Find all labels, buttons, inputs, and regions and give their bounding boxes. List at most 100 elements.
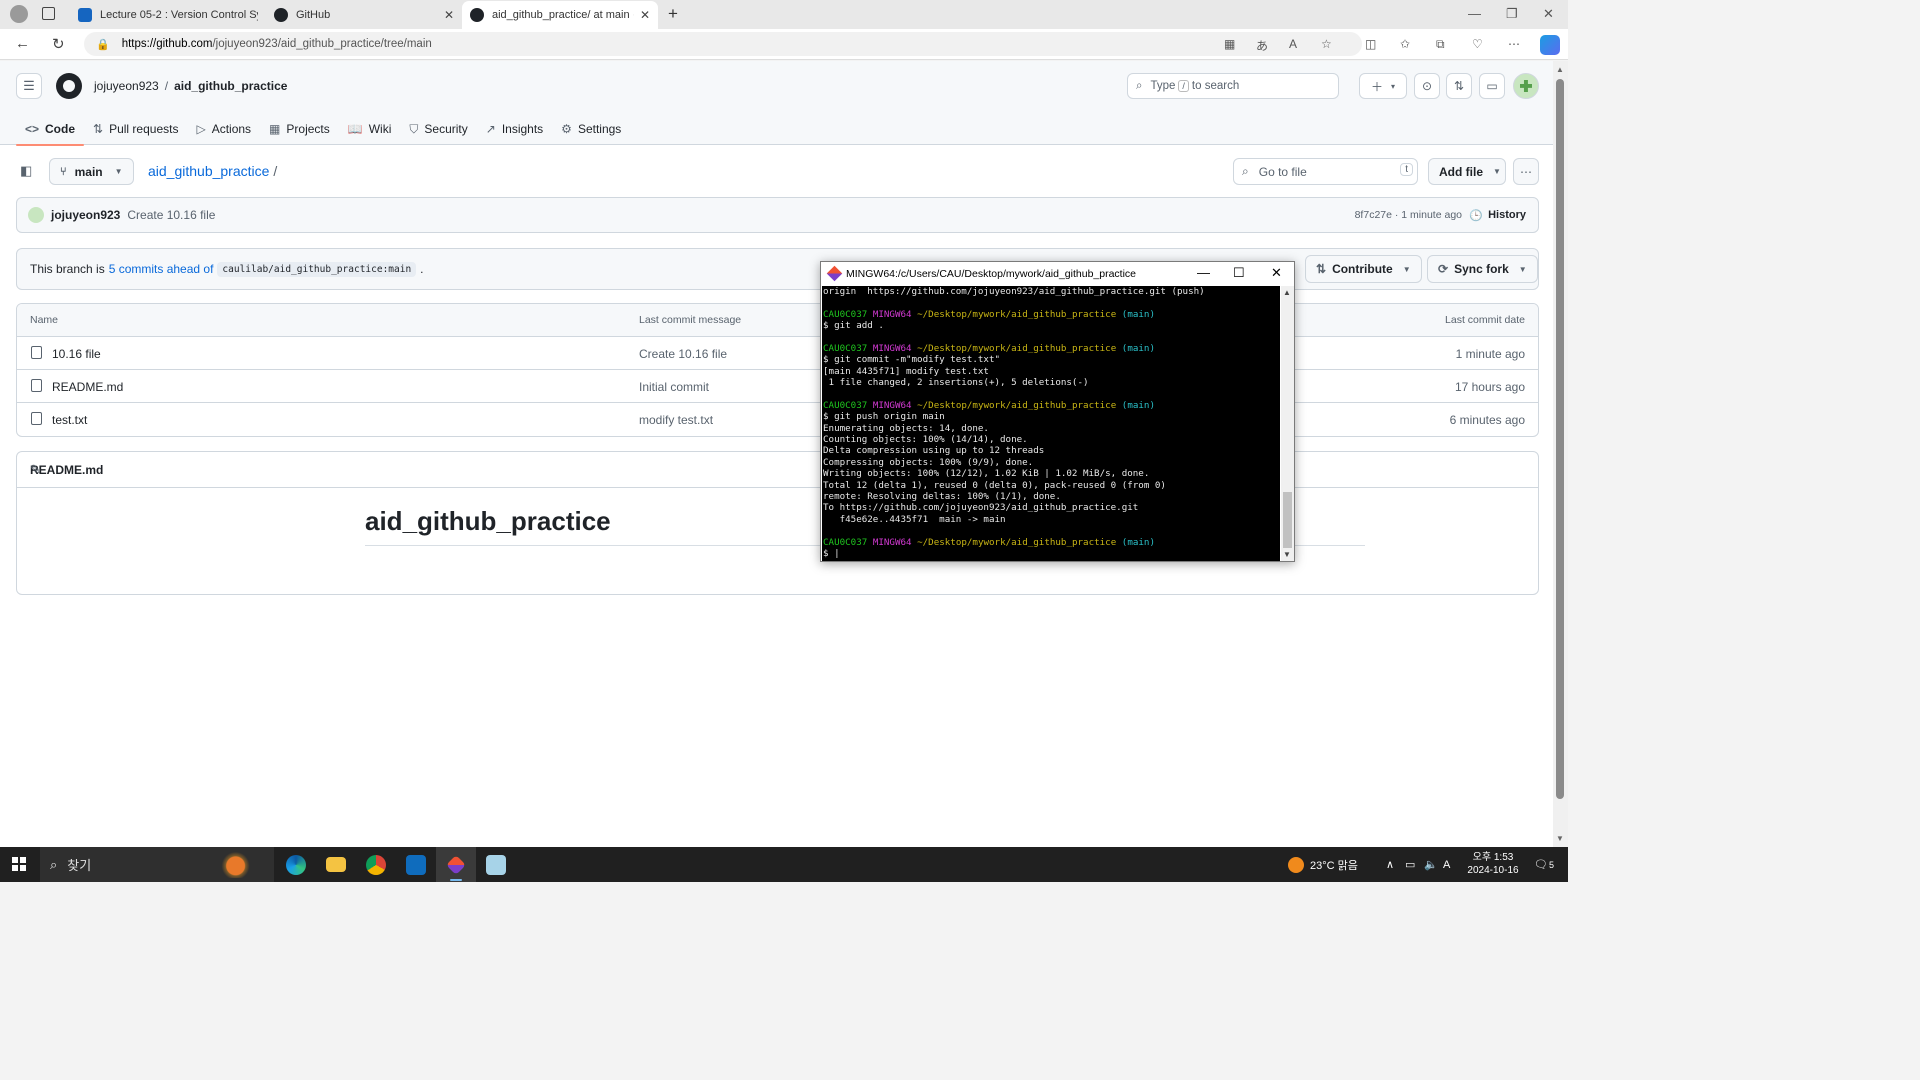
- inbox-icon[interactable]: ▭: [1479, 73, 1505, 99]
- scroll-down-icon[interactable]: ▼: [1283, 550, 1291, 559]
- table-row[interactable]: 10.16 file Create 10.16 file 1 minute ag…: [17, 337, 1538, 370]
- owner-link[interactable]: jojuyeon923: [94, 79, 159, 93]
- scroll-up-icon[interactable]: ▲: [1556, 65, 1564, 74]
- history-button[interactable]: 🕒 History: [1469, 209, 1526, 222]
- table-row[interactable]: test.txt modify test.txt 6 minutes ago: [17, 403, 1538, 436]
- copilot-icon[interactable]: [1540, 35, 1560, 55]
- close-icon[interactable]: ✕: [444, 8, 454, 22]
- favorites-icon[interactable]: ✩: [1400, 37, 1410, 51]
- chrome-app-icon[interactable]: [356, 847, 396, 882]
- sidebar-toggle-icon[interactable]: ◧: [20, 163, 32, 179]
- file-explorer-app-icon[interactable]: [316, 847, 356, 882]
- tab-wiki[interactable]: 📖 Wiki: [339, 113, 401, 145]
- volume-icon[interactable]: 🔈: [1424, 847, 1438, 882]
- scrollbar-thumb[interactable]: [1556, 79, 1564, 799]
- file-name[interactable]: README.md: [52, 380, 123, 394]
- translate-icon[interactable]: あ: [1256, 37, 1268, 54]
- maximize-icon[interactable]: ☐: [1233, 265, 1245, 281]
- repo-nav: <> Code ⇅ Pull requests ▷ Actions ▦ Projects…: [16, 113, 630, 146]
- ime-indicator[interactable]: A: [1443, 847, 1450, 882]
- outlook-app-icon[interactable]: [396, 847, 436, 882]
- browser-tab-lecture[interactable]: Lecture 05-2 : Version Control Sys: [70, 3, 266, 27]
- weather-widget[interactable]: 23°C 맑음: [1288, 847, 1358, 882]
- minimize-icon[interactable]: —: [1468, 6, 1481, 21]
- ahead-link[interactable]: 5 commits ahead of: [109, 262, 214, 276]
- notepad-app-icon[interactable]: [476, 847, 516, 882]
- app-available-icon[interactable]: ▦: [1224, 37, 1235, 51]
- more-options-button[interactable]: ⋯: [1513, 158, 1539, 185]
- contribute-button[interactable]: ⇅ Contribute ▼: [1305, 255, 1422, 283]
- scroll-up-icon[interactable]: ▲: [1283, 288, 1291, 297]
- create-new-button[interactable]: ＋ ▾: [1359, 73, 1407, 99]
- tab-code[interactable]: <> Code: [16, 113, 85, 146]
- restore-icon[interactable]: ❐: [1506, 6, 1518, 22]
- close-window-icon[interactable]: ✕: [1543, 6, 1554, 22]
- tab-pull-requests[interactable]: ⇅ Pull requests: [84, 113, 187, 145]
- taskbar-search[interactable]: ⌕ 찾기: [40, 847, 274, 882]
- file-commit-message[interactable]: Initial commit: [639, 380, 709, 394]
- sync-fork-button[interactable]: ⟳ Sync fork ▼: [1427, 255, 1538, 283]
- search-input[interactable]: ⌕ Type / to search: [1127, 73, 1339, 99]
- tab-settings[interactable]: ⚙ Settings: [552, 113, 630, 145]
- browser-tab-repo[interactable]: aid_github_practice/ at main · joju ✕: [462, 1, 658, 29]
- close-icon[interactable]: ✕: [1271, 265, 1282, 281]
- site-info-icon[interactable]: 🔒: [96, 38, 110, 51]
- outlook-icon: [406, 854, 426, 875]
- issues-icon[interactable]: ⊙: [1414, 73, 1440, 99]
- file-commit-message[interactable]: Create 10.16 file: [639, 347, 727, 361]
- network-icon[interactable]: ▭: [1405, 847, 1415, 882]
- terminal-title-bar[interactable]: MINGW64:/c/Users/CAU/Desktop/mywork/aid_…: [821, 262, 1294, 285]
- show-hidden-icons[interactable]: ∧: [1386, 847, 1394, 882]
- minimize-icon[interactable]: —: [1197, 265, 1210, 280]
- table-row[interactable]: README.md Initial commit 17 hours ago: [17, 370, 1538, 403]
- tab-projects[interactable]: ▦ Projects: [260, 113, 339, 145]
- menu-icon[interactable]: ☰: [16, 73, 42, 99]
- favorite-star-icon[interactable]: ☆: [1321, 37, 1332, 51]
- tab-actions-icon[interactable]: [42, 7, 55, 20]
- profile-icon[interactable]: [10, 5, 28, 23]
- commit-meta[interactable]: 8f7c27e · 1 minute ago: [1355, 209, 1462, 221]
- commit-message[interactable]: Create 10.16 file: [127, 208, 215, 222]
- collections-icon[interactable]: ⧉: [1436, 37, 1445, 52]
- git-bash-window[interactable]: MINGW64:/c/Users/CAU/Desktop/mywork/aid_…: [820, 261, 1295, 562]
- terminal-scrollbar[interactable]: ▲ ▼: [1281, 286, 1294, 561]
- tab-actions[interactable]: ▷ Actions: [187, 113, 260, 145]
- browser-essentials-icon[interactable]: ♡: [1472, 37, 1483, 51]
- pull-requests-icon[interactable]: ⇅: [1446, 73, 1472, 99]
- read-aloud-icon[interactable]: A: [1289, 37, 1297, 51]
- edge-app-icon[interactable]: [276, 847, 316, 882]
- close-icon[interactable]: ✕: [640, 8, 650, 22]
- avatar[interactable]: [1513, 73, 1539, 99]
- sync-icon: ⟳: [1438, 262, 1449, 276]
- branch-select-button[interactable]: ⑂ main ▼: [49, 158, 134, 185]
- commit-author[interactable]: jojuyeon923: [51, 208, 120, 222]
- settings-more-icon[interactable]: ⋯: [1508, 37, 1520, 51]
- git-bash-app-icon[interactable]: [436, 847, 476, 882]
- path-repo-link[interactable]: aid_github_practice: [148, 163, 269, 179]
- new-tab-button[interactable]: +: [668, 4, 678, 24]
- notification-button[interactable]: 🗨 5: [1534, 847, 1554, 882]
- add-file-button[interactable]: Add file ▼: [1428, 158, 1506, 185]
- clock[interactable]: 오후 1:53 2024-10-16: [1462, 851, 1524, 877]
- column-date: Last commit date: [1445, 314, 1525, 326]
- go-to-file-input[interactable]: ⌕ Go to file t: [1233, 158, 1418, 185]
- back-icon[interactable]: ←: [15, 35, 30, 52]
- scroll-down-icon[interactable]: ▼: [1556, 834, 1564, 843]
- repo-link[interactable]: aid_github_practice: [174, 79, 287, 93]
- file-name[interactable]: 10.16 file: [52, 347, 101, 361]
- ahead-suffix: .: [420, 262, 424, 276]
- terminal-output[interactable]: origin https://github.com/jojuyeon923/ai…: [822, 286, 1280, 561]
- split-screen-icon[interactable]: ◫: [1365, 37, 1376, 51]
- edit-pencil-icon[interactable]: ✎: [30, 462, 1526, 478]
- browser-tab-github[interactable]: GitHub ✕: [266, 3, 462, 27]
- page-scrollbar[interactable]: ▲ ▼: [1553, 61, 1568, 847]
- scrollbar-thumb[interactable]: [1283, 492, 1292, 548]
- refresh-icon[interactable]: ↻: [52, 35, 65, 53]
- file-name[interactable]: test.txt: [52, 413, 87, 427]
- github-logo-icon[interactable]: [56, 73, 82, 99]
- url-field[interactable]: 🔒 https://github.com/jojuyeon923/aid_git…: [84, 32, 1362, 56]
- tab-security[interactable]: ⛉ Security: [400, 113, 476, 145]
- windows-start-icon[interactable]: [12, 857, 26, 871]
- file-commit-message[interactable]: modify test.txt: [639, 413, 713, 427]
- tab-insights[interactable]: ↗ Insights: [477, 113, 552, 145]
